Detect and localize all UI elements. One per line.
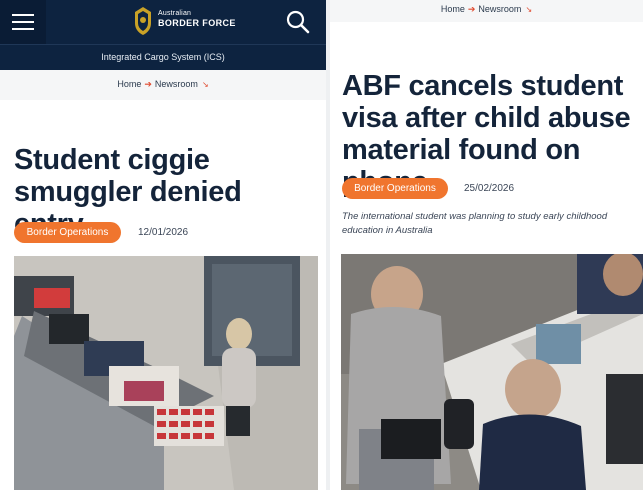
publish-date: 12/01/2026 bbox=[138, 227, 189, 238]
airport-baggage-photo bbox=[14, 256, 318, 490]
chevron-down-icon[interactable]: ↘ bbox=[525, 5, 532, 14]
hamburger-menu-icon bbox=[12, 14, 34, 16]
crest-logo-icon bbox=[135, 7, 151, 35]
system-banner-label: Integrated Cargo System (ICS) bbox=[101, 52, 225, 62]
inspection-counter-photo bbox=[341, 254, 643, 490]
arrow-right-icon: ➔ bbox=[467, 4, 476, 14]
breadcrumb-newsroom-link[interactable]: Newsroom bbox=[155, 79, 198, 89]
arrow-right-icon: ➔ bbox=[144, 79, 152, 89]
article-standfirst: The international student was planning t… bbox=[342, 211, 608, 236]
article-photo-cigarettes bbox=[14, 256, 318, 490]
publish-date: 25/02/2026 bbox=[464, 183, 515, 194]
breadcrumb-home-link[interactable]: Home bbox=[441, 4, 465, 14]
breadcrumb: Home ➔ Newsroom ↘ bbox=[0, 70, 326, 100]
search-icon[interactable] bbox=[284, 8, 312, 36]
breadcrumb-home-link[interactable]: Home bbox=[117, 79, 141, 89]
category-tag[interactable]: Border Operations bbox=[14, 222, 121, 243]
category-tag[interactable]: Border Operations bbox=[342, 178, 448, 199]
article-photo-inspection bbox=[341, 254, 643, 490]
system-banner[interactable]: Integrated Cargo System (ICS) bbox=[0, 44, 326, 70]
breadcrumb-newsroom-link[interactable]: Newsroom bbox=[478, 4, 521, 14]
breadcrumb: Home ➔ Newsroom ↘ bbox=[330, 0, 643, 22]
logo-small-text: Australian bbox=[158, 10, 192, 17]
menu-button[interactable] bbox=[0, 0, 46, 44]
site-header: Australian BORDER FORCE bbox=[0, 0, 326, 44]
logo-wordmark[interactable]: BORDER FORCE bbox=[158, 18, 236, 28]
chevron-down-icon[interactable]: ↘ bbox=[202, 80, 209, 89]
